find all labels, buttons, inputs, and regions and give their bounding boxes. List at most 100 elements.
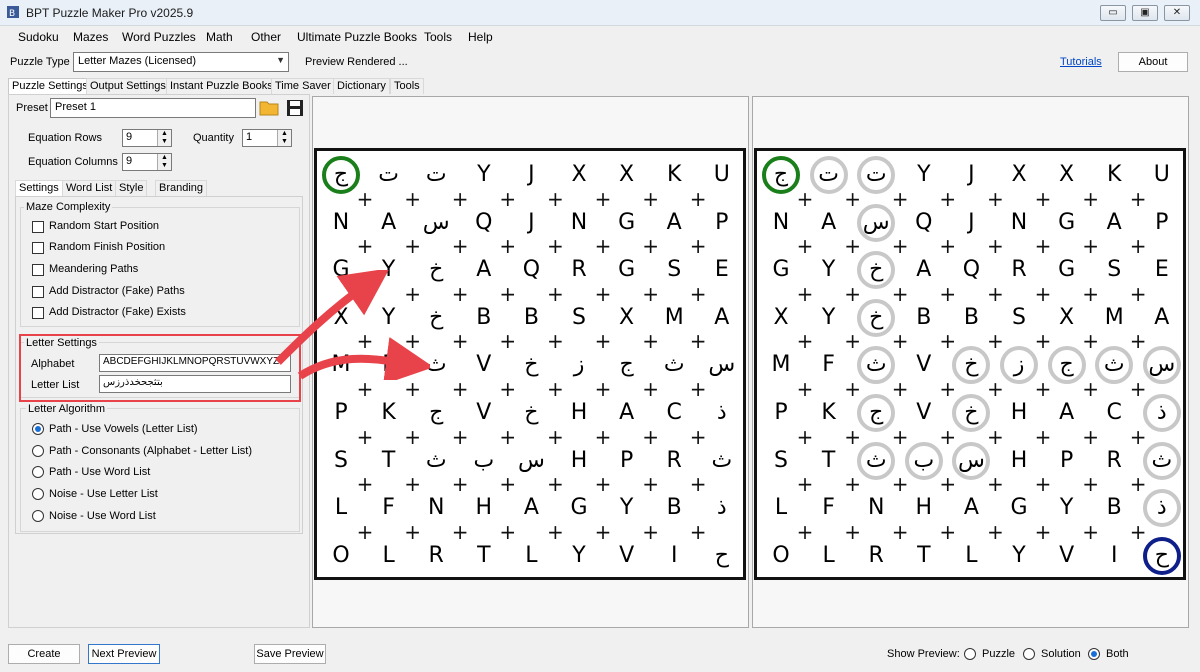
tab-dictionary[interactable]: Dictionary (333, 78, 390, 94)
close-icon[interactable]: ✕ (1164, 5, 1190, 21)
noise-word-list-radio[interactable] (32, 510, 44, 522)
tab-time-saver[interactable]: Time Saver (271, 78, 335, 94)
show-preview-label: Show Preview: (887, 648, 960, 660)
subtab-settings[interactable]: Settings (15, 180, 63, 196)
noise-word-list-label[interactable]: Noise - Use Word List (49, 510, 156, 522)
bottom-bar (0, 638, 1200, 672)
grid-plus-mark: + (844, 377, 861, 401)
grid-plus-mark: + (451, 329, 469, 354)
maze-complexity-title: Maze Complexity (24, 201, 113, 213)
grid-plus-mark: + (642, 281, 659, 306)
grid-plus-mark: + (891, 281, 909, 306)
create-button[interactable]: Create (8, 644, 80, 664)
grid-plus-mark: + (499, 234, 517, 259)
chevron-down-icon: ▼ (276, 55, 285, 65)
menu-sudoku[interactable]: Sudoku (18, 30, 59, 44)
menu-word-puzzles[interactable]: Word Puzzles (122, 30, 196, 44)
folder-open-icon[interactable] (259, 99, 279, 117)
grid-plus-mark: + (796, 234, 814, 259)
quantity-stepper[interactable]: 1 ▲ ▼ (242, 129, 292, 147)
grid-plus-mark: + (356, 234, 374, 259)
spin-arrows-icon[interactable]: ▲ ▼ (157, 154, 171, 170)
grid-plus-mark: + (1082, 519, 1099, 544)
path-word-list-radio[interactable] (32, 466, 44, 478)
grid-plus-mark: + (594, 519, 612, 544)
spin-arrows-icon[interactable]: ▲ ▼ (277, 130, 291, 146)
path-word-list-label[interactable]: Path - Use Word List (49, 466, 150, 478)
grid-plus-mark: + (356, 519, 374, 544)
path-vowels-label[interactable]: Path - Use Vowels (Letter List) (49, 423, 198, 435)
tab-puzzle-settings[interactable]: Puzzle Settings (8, 78, 92, 94)
annotation-arrows (275, 270, 430, 380)
grid-plus-mark: + (1129, 472, 1147, 497)
tab-output-settings[interactable]: Output Settings (86, 78, 170, 94)
tab-tools[interactable]: Tools (390, 78, 424, 94)
quantity-value: 1 (246, 131, 253, 143)
arrow-to-grid-lower (297, 337, 430, 380)
grid-plus-mark: + (796, 186, 814, 211)
grid-plus-mark: + (451, 281, 469, 306)
grid-plus-mark: + (547, 472, 564, 497)
subtab-branding[interactable]: Branding (155, 180, 208, 196)
about-button[interactable]: About (1118, 52, 1188, 72)
grid-plus-mark: + (844, 234, 861, 259)
minimize-icon[interactable]: ▭ (1100, 5, 1126, 21)
random-finish-label[interactable]: Random Finish Position (49, 241, 165, 253)
grid-plus-mark: + (547, 186, 564, 211)
next-preview-button[interactable]: Next Preview (88, 644, 160, 664)
path-consonants-radio[interactable] (32, 445, 44, 457)
grid-plus-mark: + (1082, 281, 1099, 306)
path-vowels-radio[interactable] (32, 423, 44, 435)
tab-instant-puzzle-books[interactable]: Instant Puzzle Books (166, 78, 277, 94)
preset-input[interactable]: Preset 1 (50, 98, 256, 118)
solution-maze-grid: جتتYJXXKUNAسQJNGAPGYخAQRGSEXYخBBSXMAMFثV… (754, 148, 1186, 580)
quantity-label: Quantity (193, 132, 234, 144)
random-start-checkbox[interactable] (32, 221, 44, 233)
menu-tools[interactable]: Tools (424, 30, 452, 44)
puzzle-type-select[interactable]: Letter Mazes (Licensed) ▼ (73, 52, 289, 72)
show-solution-radio[interactable] (1023, 648, 1035, 660)
show-both-radio[interactable] (1088, 648, 1100, 660)
grid-plus-mark: + (642, 377, 659, 401)
distractor-paths-checkbox[interactable] (32, 286, 44, 298)
show-both-label[interactable]: Both (1106, 648, 1129, 660)
spin-arrows-icon[interactable]: ▲ ▼ (157, 130, 171, 146)
menu-math[interactable]: Math (206, 30, 233, 44)
meandering-paths-label[interactable]: Meandering Paths (49, 263, 138, 275)
menu-mazes[interactable]: Mazes (73, 30, 108, 44)
grid-plus-mark: + (987, 472, 1004, 497)
show-solution-label[interactable]: Solution (1041, 648, 1081, 660)
grid-plus-mark: + (594, 186, 612, 211)
show-puzzle-label[interactable]: Puzzle (982, 648, 1015, 660)
grid-plus-mark: + (356, 186, 374, 211)
grid-plus-mark: + (499, 424, 517, 449)
random-start-label[interactable]: Random Start Position (49, 220, 159, 232)
grid-plus-mark: + (499, 519, 517, 544)
path-consonants-label[interactable]: Path - Consonants (Alphabet - Letter Lis… (49, 445, 252, 457)
equation-columns-stepper[interactable]: 9 ▲ ▼ (122, 153, 172, 171)
save-icon[interactable] (286, 99, 304, 117)
noise-letter-list-radio[interactable] (32, 488, 44, 500)
grid-plus-mark: + (642, 329, 659, 354)
grid-plus-mark: + (1034, 186, 1052, 211)
distractor-exists-label[interactable]: Add Distractor (Fake) Exists (49, 306, 186, 318)
menu-other[interactable]: Other (251, 30, 281, 44)
grid-plus-mark: + (1082, 424, 1099, 449)
save-preview-button[interactable]: Save Preview (254, 644, 326, 664)
distractor-paths-label[interactable]: Add Distractor (Fake) Paths (49, 285, 185, 297)
subtab-word-list[interactable]: Word List (62, 180, 117, 196)
random-finish-checkbox[interactable] (32, 242, 44, 254)
show-puzzle-radio[interactable] (964, 648, 976, 660)
tutorials-link[interactable]: Tutorials (1060, 56, 1102, 68)
equation-rows-stepper[interactable]: 9 ▲ ▼ (122, 129, 172, 147)
maximize-icon[interactable]: ▣ (1132, 5, 1158, 21)
noise-letter-list-label[interactable]: Noise - Use Letter List (49, 488, 158, 500)
equation-columns-value: 9 (126, 155, 133, 167)
meandering-paths-checkbox[interactable] (32, 264, 44, 276)
grid-plus-mark: + (1082, 377, 1099, 401)
menu-help[interactable]: Help (468, 30, 493, 44)
grid-plus-mark: + (987, 377, 1004, 401)
subtab-style[interactable]: Style (115, 180, 148, 196)
menu-ultimate-puzzle-books[interactable]: Ultimate Puzzle Books (297, 30, 417, 44)
distractor-exists-checkbox[interactable] (32, 307, 44, 319)
